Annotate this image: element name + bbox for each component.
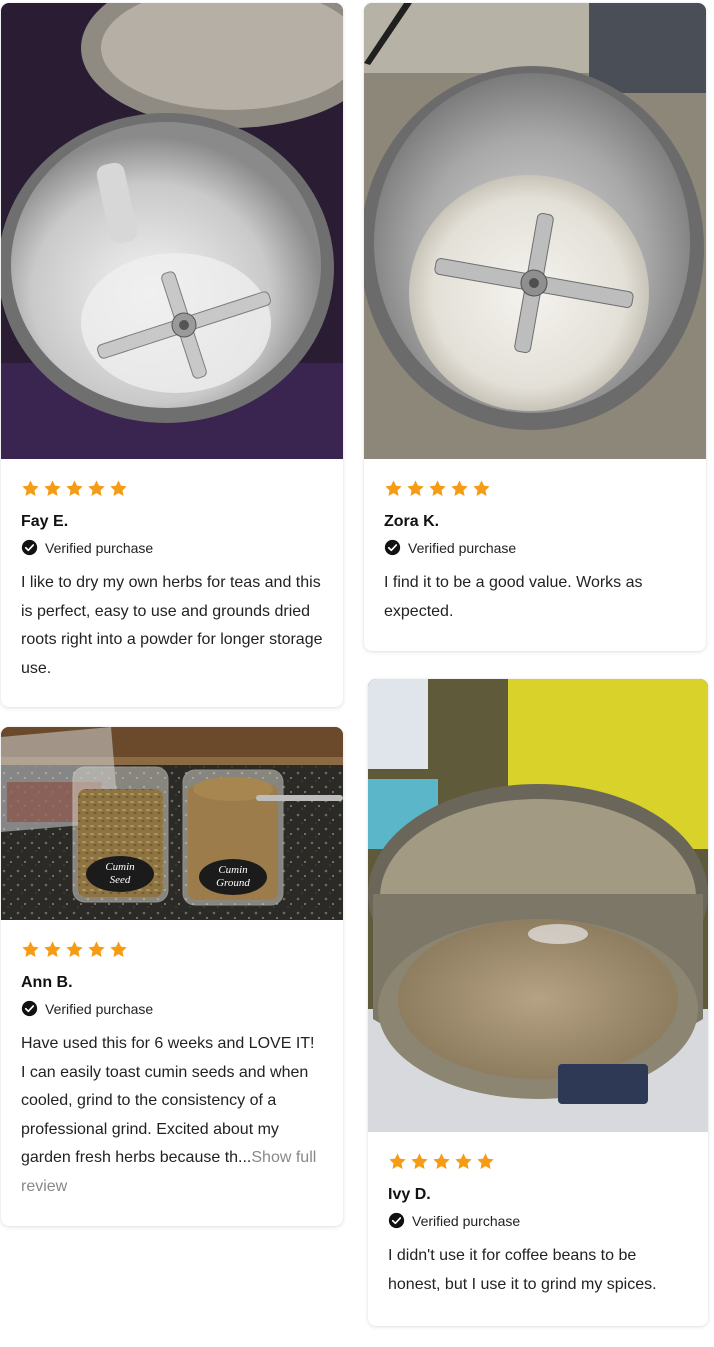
- verified-label: Verified purchase: [412, 1212, 521, 1229]
- review-text: I find it to be a good value. Works as e…: [384, 569, 686, 626]
- check-circle-icon: [388, 1212, 405, 1229]
- star-icon: [65, 940, 84, 959]
- review-text: I didn't use it for coffee beans to be h…: [388, 1242, 688, 1299]
- cumin-jars-image: Cumin Seed Cumin Ground: [1, 727, 343, 920]
- star-icon: [109, 479, 128, 498]
- review-photo[interactable]: Cumin Seed Cumin Ground: [1, 727, 343, 920]
- review-body: I didn't use it for coffee beans to be h…: [388, 1247, 657, 1293]
- star-icon: [432, 1152, 451, 1171]
- check-circle-icon: [21, 1000, 38, 1017]
- star-icon: [406, 479, 425, 498]
- verified-label: Verified purchase: [45, 539, 154, 556]
- jar-label-1: Cumin: [105, 861, 135, 873]
- star-icon: [21, 479, 40, 498]
- star-icon: [87, 479, 106, 498]
- review-photo[interactable]: [368, 679, 708, 1132]
- review-card[interactable]: Fay E. Verified purchase I like to dry m…: [1, 3, 343, 707]
- review-photo[interactable]: [1, 3, 343, 459]
- verified-label: Verified purchase: [45, 1000, 154, 1017]
- review-photo[interactable]: [364, 3, 706, 459]
- grinder-powder-image: [368, 679, 708, 1132]
- verified-badge: Verified purchase: [21, 1000, 323, 1017]
- jar-label-1b: Seed: [110, 874, 131, 886]
- star-rating: [388, 1150, 688, 1172]
- review-card[interactable]: Zora K. Verified purchase I find it to b…: [364, 3, 706, 651]
- verified-badge: Verified purchase: [388, 1212, 688, 1229]
- star-rating: [21, 477, 323, 499]
- reviewer-name: Fay E.: [21, 513, 69, 530]
- star-icon: [410, 1152, 429, 1171]
- star-icon: [65, 479, 84, 498]
- star-icon: [384, 479, 403, 498]
- grinder-rice-image: [364, 3, 706, 459]
- star-rating: [21, 938, 323, 960]
- review-card[interactable]: Ivy D. Verified purchase I didn't use it…: [368, 679, 708, 1326]
- reviewer-name: Ann B.: [21, 974, 73, 991]
- review-body: Have used this for 6 weeks and LOVE IT! …: [21, 1035, 315, 1166]
- review-text: I like to dry my own herbs for teas and …: [21, 569, 323, 683]
- review-text: Have used this for 6 weeks and LOVE IT! …: [21, 1030, 323, 1201]
- check-circle-icon: [384, 539, 401, 556]
- jar-label-2b: Ground: [216, 877, 250, 889]
- star-icon: [450, 479, 469, 498]
- star-icon: [428, 479, 447, 498]
- star-icon: [388, 1152, 407, 1171]
- check-circle-icon: [21, 539, 38, 556]
- star-icon: [43, 940, 62, 959]
- reviewer-name: Zora K.: [384, 513, 440, 530]
- star-icon: [472, 479, 491, 498]
- grinder-bowl-image: [1, 3, 343, 459]
- review-card[interactable]: Cumin Seed Cumin Ground Ann B. Verified …: [1, 727, 343, 1226]
- jar-label-2: Cumin: [218, 864, 248, 876]
- star-icon: [21, 940, 40, 959]
- star-icon: [43, 479, 62, 498]
- verified-badge: Verified purchase: [384, 539, 686, 556]
- star-icon: [454, 1152, 473, 1171]
- review-body: I find it to be a good value. Works as e…: [384, 574, 643, 620]
- review-body: I like to dry my own herbs for teas and …: [21, 574, 323, 677]
- reviewer-name: Ivy D.: [388, 1186, 431, 1203]
- star-icon: [476, 1152, 495, 1171]
- star-icon: [109, 940, 128, 959]
- star-rating: [384, 477, 686, 499]
- verified-label: Verified purchase: [408, 539, 517, 556]
- star-icon: [87, 940, 106, 959]
- verified-badge: Verified purchase: [21, 539, 323, 556]
